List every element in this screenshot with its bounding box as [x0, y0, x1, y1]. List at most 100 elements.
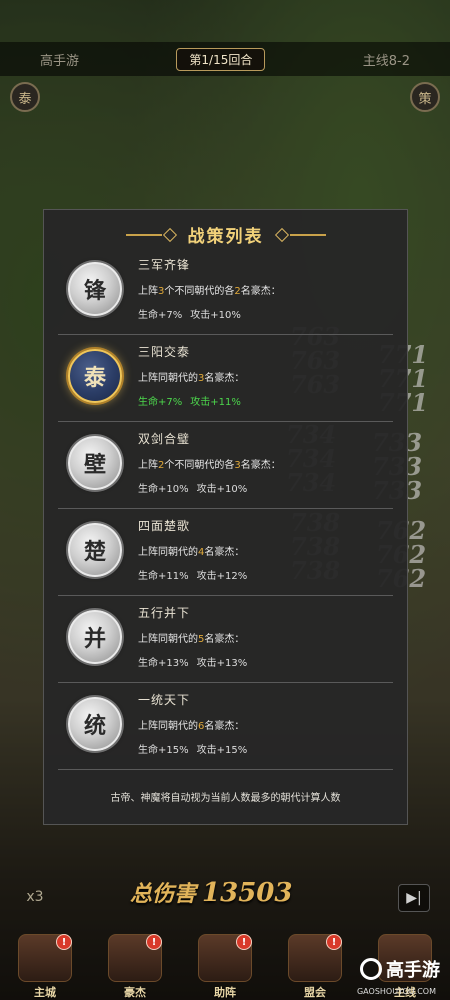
watermark-subtext: GAOSHOUYOU.COM — [356, 987, 436, 996]
total-damage-label: 总伤害 — [130, 881, 197, 907]
strategy-desc: 上阵同朝代的6名豪杰： — [138, 717, 393, 732]
desc-text: 上阵同朝代的 — [138, 547, 198, 558]
skip-button[interactable]: ▶| — [398, 884, 430, 912]
hp-bonus: 生命+15% — [138, 745, 189, 756]
nav-label: 盟会 — [304, 986, 326, 999]
strategy-medal-icon: 泰 — [68, 349, 122, 403]
alert-badge: ! — [56, 934, 72, 950]
strategy-name: 一统天下 — [138, 693, 191, 707]
desc-text: 个不同朝代的各 — [164, 286, 235, 297]
desc-text: 上阵 — [138, 460, 158, 471]
watermark-text: 高手游 — [386, 960, 440, 981]
desc-text: 名豪杰： — [240, 286, 281, 297]
strategy-stats: 生命+13% 攻击+13% — [138, 654, 393, 669]
strategy-list-panel: 战策列表 锋 三军齐锋 上阵3个不同朝代的各2名豪杰： 生命+7% 攻击+10% 泰 三阳交… — [43, 209, 408, 825]
strategy-row[interactable]: 并 五行并下上阵同朝代的5名豪杰： 生命+13% 攻击+13% — [58, 596, 393, 683]
desc-text: 名豪杰： — [204, 634, 245, 645]
panel-title: 战策列表 — [187, 227, 264, 247]
top-bar: 高手游 第1/15回合 主线8-2 — [0, 42, 450, 76]
strategy-stats: 生命+10% 攻击+10% — [138, 480, 393, 495]
battle-hud: x3 总伤害 13503 ▶| — [0, 870, 450, 920]
strategy-desc: 上阵同朝代的5名豪杰： — [138, 630, 393, 645]
strategy-desc: 上阵同朝代的3名豪杰： — [138, 369, 393, 384]
strategy-stats: 生命+7% 攻击+10% — [138, 306, 393, 321]
nav-label: 豪杰 — [124, 986, 146, 999]
strategy-medal-icon: 并 — [68, 610, 122, 664]
strategy-row[interactable]: 锋 三军齐锋 上阵3个不同朝代的各2名豪杰： 生命+7% 攻击+10% — [58, 248, 393, 335]
nav-button[interactable]: 助阵! — [194, 932, 256, 1000]
desc-text: 名豪杰： — [204, 373, 245, 384]
strategy-icon-char: 统 — [83, 714, 106, 739]
desc-text: 上阵同朝代的 — [138, 721, 198, 732]
atk-bonus: 攻击+13% — [196, 658, 248, 669]
strategy-icon-char: 并 — [83, 627, 106, 652]
nav-button[interactable]: 盟会! — [284, 932, 346, 1000]
hp-bonus: 生命+13% — [138, 658, 189, 669]
panel-footnote: 古帝、神魔将自动视为当前人数最多的朝代计算人数 — [110, 793, 341, 804]
title-ornament-left — [125, 227, 178, 242]
strategy-info: 三军齐锋 上阵3个不同朝代的各2名豪杰： 生命+7% 攻击+10% — [138, 256, 393, 321]
strategy-row[interactable]: 统 一统天下上阵同朝代的6名豪杰： 生命+15% 攻击+15% — [58, 683, 393, 770]
atk-bonus: 攻击+11% — [190, 397, 241, 408]
hp-bonus: 生命+7% — [138, 397, 183, 408]
hp-bonus: 生命+11% — [138, 571, 189, 582]
panel-header: 战策列表 — [44, 222, 407, 247]
desc-text: 个不同朝代的各 — [164, 460, 235, 471]
nav-button[interactable]: 豪杰! — [104, 932, 166, 1000]
strategy-name: 五行并下 — [138, 606, 191, 620]
watermark: 高手游 — [360, 956, 440, 982]
player-name: 高手游 — [40, 53, 80, 69]
strategy-stats: 生命+11% 攻击+12% — [138, 567, 393, 582]
strategy-name: 四面楚歌 — [138, 519, 191, 533]
strategy-name: 三军齐锋 — [138, 258, 191, 272]
alert-badge: ! — [146, 934, 162, 950]
nav-label: 主城 — [34, 986, 56, 999]
strategy-row[interactable]: 泰 三阳交泰上阵同朝代的3名豪杰： 生命+7% 攻击+11% — [58, 335, 393, 422]
stage-label: 主线8-2 — [362, 53, 410, 69]
strategy-desc: 上阵同朝代的4名豪杰： — [138, 543, 393, 558]
desc-text: 上阵 — [138, 286, 158, 297]
atk-bonus: 攻击+10% — [196, 484, 248, 495]
strategy-medal-icon: 楚 — [68, 523, 122, 577]
strategy-icon-char: 壁 — [83, 453, 106, 478]
title-ornament-right — [274, 227, 326, 242]
strategy-name: 三阳交泰 — [138, 345, 191, 359]
strategy-icon-char: 泰 — [83, 366, 106, 391]
strategy-info: 三阳交泰上阵同朝代的3名豪杰： 生命+7% 攻击+11% — [138, 343, 393, 408]
alert-badge: ! — [236, 934, 252, 950]
atk-bonus: 攻击+15% — [196, 745, 248, 756]
desc-text: 名豪杰： — [240, 460, 281, 471]
alert-badge: ! — [326, 934, 342, 950]
total-damage-value: 13503 — [202, 878, 293, 908]
desc-text: 名豪杰： — [204, 547, 245, 558]
strategy-medal-icon: 锋 — [68, 262, 122, 316]
hp-bonus: 生命+10% — [138, 484, 189, 495]
round-counter: 第1/15回合 — [176, 47, 266, 71]
strategy-info: 双剑合璧上阵2个不同朝代的各3名豪杰： 生命+10% 攻击+10% — [138, 430, 393, 495]
strategy-name: 双剑合璧 — [138, 432, 191, 446]
strategy-list-button[interactable]: 策 — [410, 82, 440, 112]
strategy-row[interactable]: 壁 双剑合璧上阵2个不同朝代的各3名豪杰： 生命+10% 攻击+10% — [58, 422, 393, 509]
nav-label: 助阵 — [214, 986, 236, 999]
strategy-icon-char: 锋 — [83, 279, 106, 304]
strategy-row[interactable]: 楚 四面楚歌上阵同朝代的4名豪杰： 生命+11% 攻击+12% — [58, 509, 393, 596]
strategy-rows: 锋 三军齐锋 上阵3个不同朝代的各2名豪杰： 生命+7% 攻击+10% 泰 三阳交泰 上阵同朝… — [58, 248, 393, 770]
desc-text: 上阵同朝代的 — [138, 373, 198, 384]
atk-bonus: 攻击+10% — [190, 310, 241, 321]
strategy-medal-icon: 统 — [68, 697, 122, 751]
strategy-info: 五行并下上阵同朝代的5名豪杰： 生命+13% 攻击+13% — [138, 604, 393, 669]
strategy-info: 四面楚歌上阵同朝代的4名豪杰： 生命+11% 攻击+12% — [138, 517, 393, 582]
desc-text: 上阵同朝代的 — [138, 634, 198, 645]
desc-text: 名豪杰： — [204, 721, 245, 732]
watermark-logo-icon — [360, 958, 382, 980]
strategy-desc: 上阵2个不同朝代的各3名豪杰： — [138, 456, 393, 471]
total-damage: 总伤害 13503 — [130, 876, 292, 908]
atk-bonus: 攻击+12% — [196, 571, 248, 582]
speed-button[interactable]: x3 — [18, 884, 52, 910]
strategy-icon-char: 楚 — [83, 540, 106, 565]
hp-bonus: 生命+7% — [138, 310, 183, 321]
nav-button[interactable]: 主城! — [14, 932, 76, 1000]
strategy-stats: 生命+15% 攻击+15% — [138, 741, 393, 756]
strategy-medal-icon: 壁 — [68, 436, 122, 490]
active-strategy-button[interactable]: 泰 — [10, 82, 40, 112]
